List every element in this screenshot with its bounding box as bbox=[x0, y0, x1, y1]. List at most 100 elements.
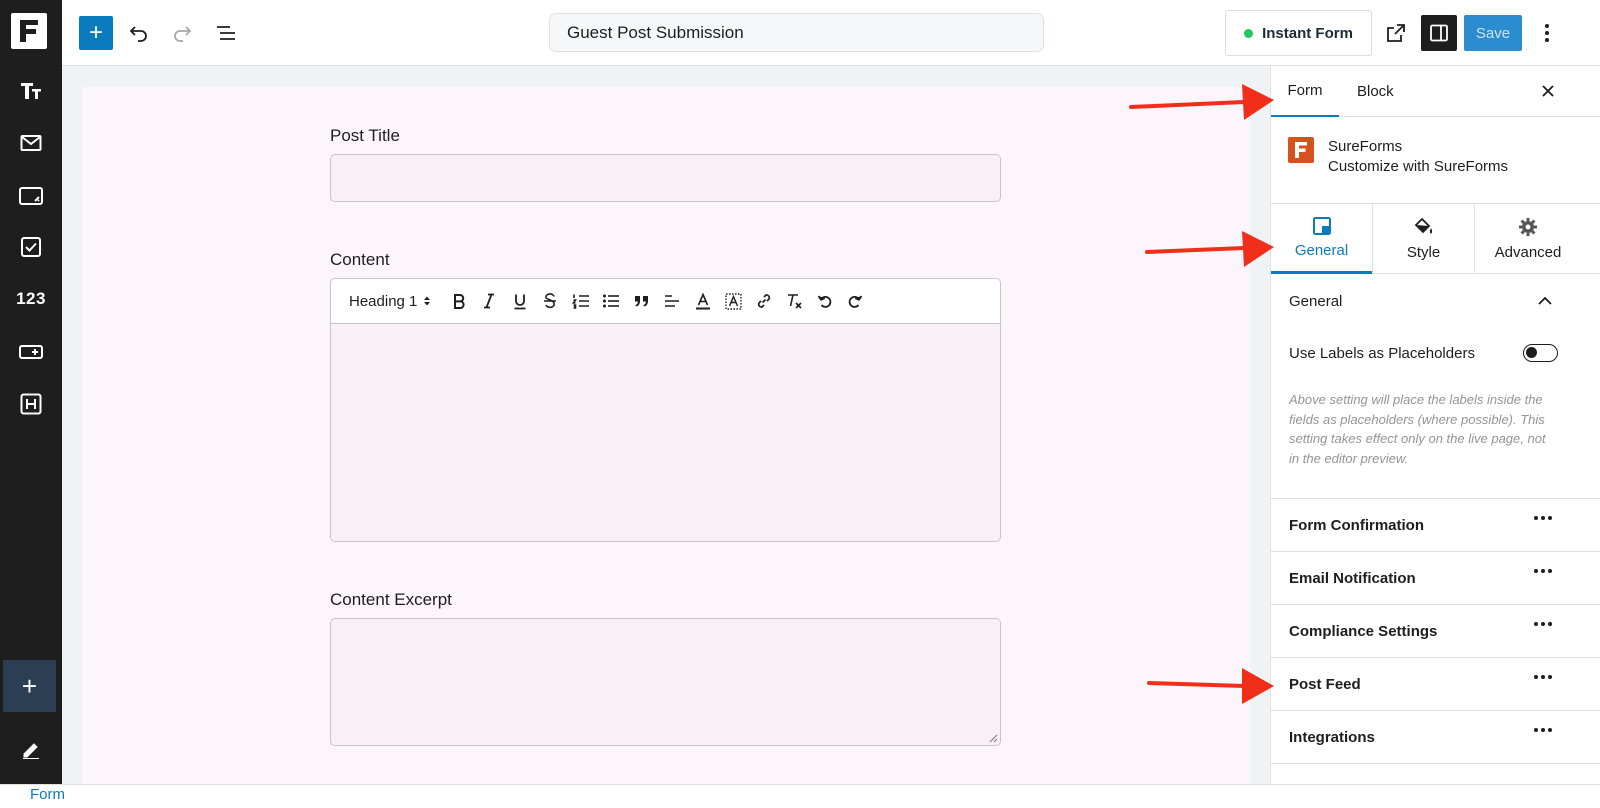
sub-tab-general-label: General bbox=[1294, 241, 1349, 259]
content-rich-text-editor[interactable]: Heading 1 bbox=[330, 278, 1001, 542]
block-breadcrumb-bar: Form bbox=[0, 784, 1600, 808]
section-compliance-settings[interactable]: Compliance Settings bbox=[1271, 605, 1600, 658]
tab-form[interactable]: Form bbox=[1271, 66, 1339, 117]
pencil-icon[interactable] bbox=[0, 730, 62, 770]
more-horizontal-icon[interactable] bbox=[1534, 728, 1552, 732]
sureforms-logo[interactable] bbox=[11, 13, 47, 49]
clear-formatting-icon[interactable] bbox=[779, 286, 810, 316]
undo-icon[interactable] bbox=[122, 16, 156, 50]
bullet-list-icon[interactable] bbox=[596, 286, 627, 316]
sub-tab-style-label: Style bbox=[1406, 244, 1441, 261]
redo-editor-icon[interactable] bbox=[840, 286, 871, 316]
form-editor-app: 123 + + Guest Post Submission Instant Fo… bbox=[0, 0, 1600, 808]
tab-block[interactable]: Block bbox=[1357, 66, 1394, 117]
checkbox-block-icon[interactable] bbox=[0, 227, 62, 267]
section-integrations[interactable]: Integrations bbox=[1271, 711, 1600, 764]
rich-text-toolbar: Heading 1 bbox=[331, 279, 1000, 324]
document-overview-icon[interactable] bbox=[209, 16, 243, 50]
more-options-icon[interactable] bbox=[1532, 16, 1562, 50]
sureforms-brand-icon bbox=[1288, 137, 1314, 163]
align-left-icon[interactable] bbox=[657, 286, 688, 316]
more-horizontal-icon[interactable] bbox=[1534, 675, 1552, 679]
sub-tab-advanced[interactable]: Advanced bbox=[1475, 204, 1581, 274]
section-post-feed[interactable]: Post Feed bbox=[1271, 658, 1600, 711]
form-title-field[interactable]: Guest Post Submission bbox=[549, 13, 1044, 52]
select-arrows-icon bbox=[424, 296, 431, 306]
plugin-subtitle: Customize with SureForms bbox=[1328, 158, 1509, 175]
sureforms-logo-icon bbox=[20, 20, 38, 42]
add-block-icon[interactable]: + bbox=[3, 660, 56, 712]
quote-icon[interactable] bbox=[626, 286, 657, 316]
form-title-text: Guest Post Submission bbox=[567, 22, 744, 42]
sub-tab-style[interactable]: Style bbox=[1373, 204, 1474, 274]
external-link-icon[interactable] bbox=[1379, 16, 1413, 50]
redo-icon[interactable] bbox=[165, 16, 199, 50]
text-block-icon[interactable] bbox=[0, 71, 62, 111]
settings-sidebar: Form Block SureForms Customize with Sure… bbox=[1270, 66, 1600, 784]
section-label: Email Notification bbox=[1289, 570, 1416, 587]
heading-block-icon[interactable] bbox=[0, 384, 62, 424]
section-email-notification[interactable]: Email Notification bbox=[1271, 552, 1600, 605]
save-button[interactable]: Save bbox=[1464, 15, 1522, 51]
settings-sub-tabs: General Style Advanced bbox=[1271, 204, 1600, 274]
content-label: Content bbox=[330, 250, 390, 269]
annotation-arrow-general-tab bbox=[1145, 231, 1274, 267]
link-icon[interactable] bbox=[748, 286, 779, 316]
content-excerpt-textarea[interactable] bbox=[330, 618, 1001, 746]
email-block-icon[interactable] bbox=[0, 123, 62, 163]
block-inserter-button[interactable]: + bbox=[79, 16, 113, 50]
undo-editor-icon[interactable] bbox=[809, 286, 840, 316]
block-inserter-sidebar: 123 + bbox=[0, 0, 62, 784]
highlight-color-icon[interactable] bbox=[718, 286, 749, 316]
section-label: Post Feed bbox=[1289, 676, 1361, 693]
post-title-label: Post Title bbox=[330, 126, 400, 145]
plus-icon: + bbox=[88, 19, 103, 46]
general-section-title[interactable]: General bbox=[1289, 293, 1342, 310]
labels-as-placeholders-label: Use Labels as Placeholders bbox=[1289, 345, 1475, 362]
labels-as-placeholders-toggle[interactable] bbox=[1523, 344, 1558, 362]
layout-icon bbox=[1312, 216, 1331, 235]
instant-form-label: Instant Form bbox=[1262, 24, 1353, 42]
section-form-confirmation[interactable]: Form Confirmation bbox=[1271, 499, 1600, 552]
gear-icon bbox=[1519, 218, 1537, 236]
close-icon[interactable] bbox=[1537, 80, 1559, 102]
sub-tab-advanced-label: Advanced bbox=[1494, 244, 1562, 261]
text-color-icon[interactable] bbox=[687, 286, 718, 316]
number-block[interactable]: 123 bbox=[0, 279, 62, 319]
post-title-input[interactable] bbox=[330, 154, 1001, 202]
plugin-name: SureForms bbox=[1328, 138, 1403, 155]
underline-icon[interactable] bbox=[504, 286, 535, 316]
textarea-block-icon[interactable] bbox=[0, 176, 62, 216]
general-settings-panel: General Use Labels as Placeholders Above… bbox=[1271, 274, 1600, 499]
button-block-icon[interactable] bbox=[0, 332, 62, 372]
section-label: Integrations bbox=[1289, 729, 1375, 746]
status-dot-icon bbox=[1244, 28, 1254, 38]
settings-tabs: Form Block bbox=[1271, 66, 1600, 117]
settings-panel-toggle-icon[interactable] bbox=[1421, 15, 1457, 51]
content-excerpt-label: Content Excerpt bbox=[330, 590, 452, 609]
more-horizontal-icon[interactable] bbox=[1534, 516, 1552, 520]
italic-icon[interactable] bbox=[474, 286, 505, 316]
ordered-list-icon[interactable] bbox=[565, 286, 596, 316]
paint-bucket-icon bbox=[1414, 217, 1432, 234]
bold-icon[interactable] bbox=[443, 286, 474, 316]
toggle-knob bbox=[1526, 347, 1537, 358]
annotation-arrow-form-tab bbox=[1129, 84, 1274, 120]
strikethrough-icon[interactable] bbox=[535, 286, 566, 316]
chevron-up-icon[interactable] bbox=[1535, 290, 1555, 310]
more-horizontal-icon[interactable] bbox=[1534, 569, 1552, 573]
section-label: Form Confirmation bbox=[1289, 517, 1424, 534]
heading-level-select[interactable]: Heading 1 bbox=[349, 293, 431, 310]
resize-handle-icon[interactable] bbox=[988, 733, 998, 743]
section-label: Compliance Settings bbox=[1289, 623, 1438, 640]
editor-top-toolbar: + Guest Post Submission Instant Form Sav… bbox=[62, 0, 1600, 66]
heading-level-value: Heading 1 bbox=[349, 292, 418, 310]
sub-tab-general[interactable]: General bbox=[1271, 204, 1372, 274]
placeholder-help-text: Above setting will place the labels insi… bbox=[1289, 392, 1546, 467]
instant-form-button[interactable]: Instant Form bbox=[1225, 10, 1372, 56]
annotation-arrow-post-feed bbox=[1147, 668, 1274, 704]
breadcrumb-form[interactable]: Form bbox=[30, 786, 65, 803]
number-block-label: 123 bbox=[16, 289, 46, 308]
plugin-info-card: SureForms Customize with SureForms bbox=[1271, 117, 1600, 204]
more-horizontal-icon[interactable] bbox=[1534, 622, 1552, 626]
